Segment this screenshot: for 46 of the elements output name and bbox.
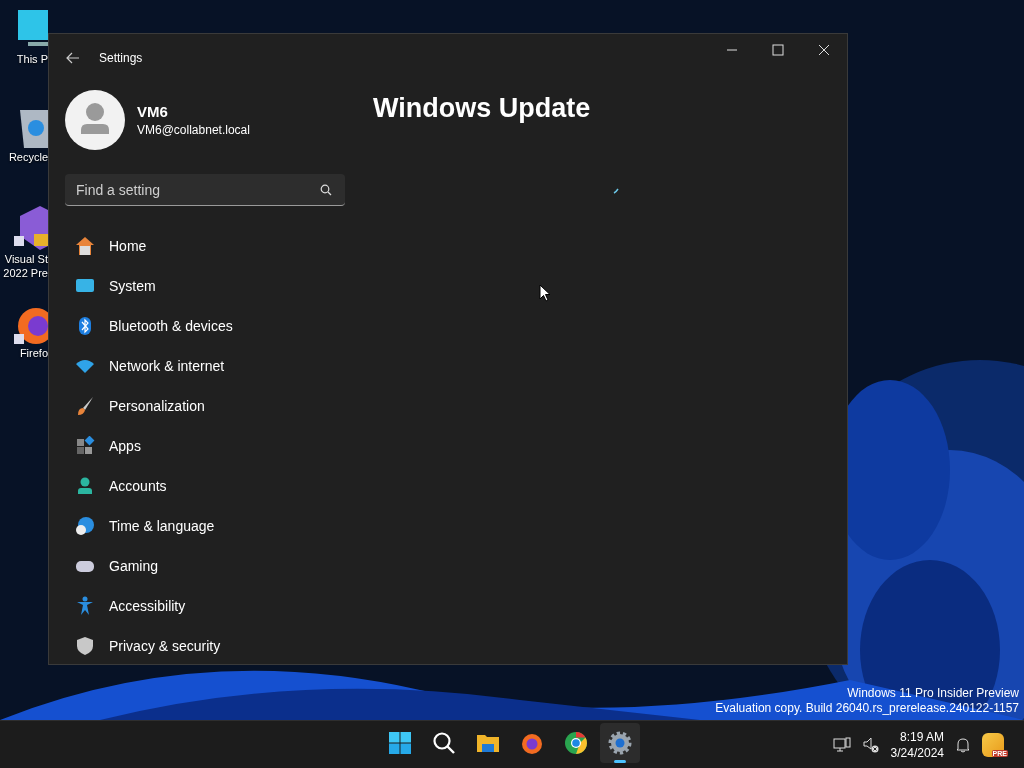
volume-muted-icon[interactable] xyxy=(862,736,879,753)
user-email: VM6@collabnet.local xyxy=(137,123,250,137)
nav-item[interactable]: Network & internet xyxy=(65,348,345,384)
nav-item[interactable]: System xyxy=(65,268,345,304)
icon-label: Recycle xyxy=(7,150,48,164)
nav-item[interactable]: Gaming xyxy=(65,548,345,584)
nav-item[interactable]: Apps xyxy=(65,428,345,464)
maximize-icon xyxy=(772,44,784,56)
search-field[interactable]: Find a setting xyxy=(65,174,345,206)
nav-item[interactable]: Privacy & security xyxy=(65,628,345,664)
recycle-bin-icon[interactable] xyxy=(20,108,48,148)
close-icon xyxy=(818,44,830,56)
house-icon xyxy=(75,236,95,256)
browser-icon xyxy=(564,731,588,755)
nav-item[interactable]: Time & language xyxy=(65,508,345,544)
nav-item[interactable]: Accessibility xyxy=(65,588,345,624)
bell-icon[interactable] xyxy=(956,736,970,753)
nav-item[interactable]: Personalization xyxy=(65,388,345,424)
pointer-icon xyxy=(539,284,551,302)
apps-icon xyxy=(75,436,95,456)
app-icon[interactable] xyxy=(14,206,48,250)
windows-logo-icon xyxy=(388,731,412,755)
build-info-text: Windows 11 Pro Insider Preview xyxy=(847,686,1019,701)
search-icon xyxy=(320,184,332,196)
browser-icon xyxy=(520,731,544,755)
search-icon xyxy=(432,731,456,755)
gear-icon xyxy=(608,731,632,755)
nav-item[interactable]: Home xyxy=(65,228,345,264)
shield-icon xyxy=(75,636,95,656)
back-arrow-icon xyxy=(66,52,80,64)
loading-spinner-icon xyxy=(613,188,619,194)
clock-button[interactable]: 8:19 AM 3/24/2024 xyxy=(890,728,944,761)
nav-item[interactable]: Accounts xyxy=(65,468,345,504)
icon-label: Firefo xyxy=(18,346,48,360)
avatar-icon xyxy=(65,90,125,150)
settings-button[interactable] xyxy=(600,723,640,763)
build-info-text: Evaluation copy. Build 26040.rs_prerelease.240122-1157 xyxy=(715,701,1019,716)
person-icon xyxy=(75,476,95,496)
page-title: Windows Update xyxy=(373,93,592,124)
nav-item[interactable]: Bluetooth & devices xyxy=(65,308,345,344)
network-icon[interactable] xyxy=(832,736,851,753)
accessibility-icon xyxy=(75,596,95,616)
icon-label: This P xyxy=(15,52,48,66)
window-title: Settings xyxy=(99,51,143,65)
icon-label: Visual St 2022 Pre xyxy=(2,252,48,280)
user-name: VM6 xyxy=(137,103,169,120)
